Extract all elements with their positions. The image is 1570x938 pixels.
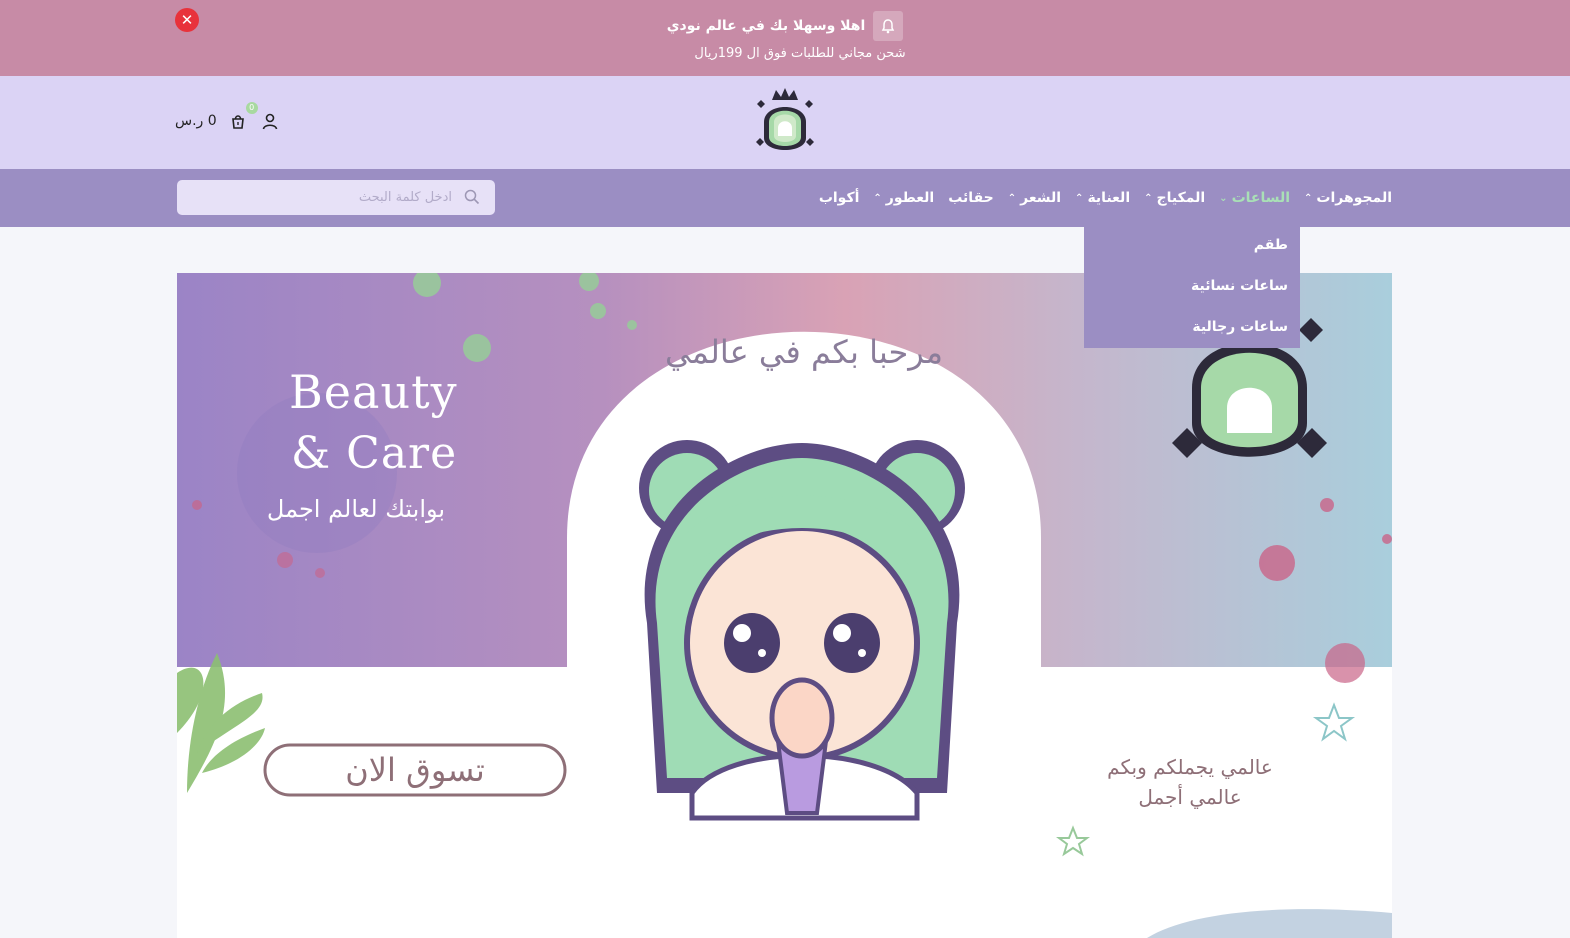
nav-item-watches[interactable]: الساعات ⌄ [1219, 190, 1290, 206]
announcement-title: اهلا وسهلا بك في عالم نودي [666, 18, 866, 34]
nav-item-label: الشعر [1020, 190, 1062, 206]
nav-item-label: المجوهرات [1316, 190, 1392, 206]
nav-item-label: الساعات [1231, 190, 1291, 206]
hero-tagline: بوابتك لعالم اجمل [266, 495, 446, 523]
nav-item-jewelry[interactable]: المجوهرات ⌃ [1304, 190, 1392, 206]
shop-now-button[interactable]: تسوق الان [265, 745, 565, 795]
site-header: 0 ر.س 0 [0, 76, 1570, 169]
chevron-up-icon: ⌃ [873, 192, 882, 204]
hero-slogan-1: عالمي يجملكم وبكم [1107, 755, 1273, 779]
nav-item-label: العناية [1087, 190, 1131, 206]
hero-arc-text: مرحبا بكم في عالمي [664, 333, 944, 371]
chevron-up-icon: ⌃ [1007, 192, 1017, 204]
search-icon[interactable] [464, 189, 480, 205]
cart-area: 0 ر.س 0 [175, 102, 281, 132]
dropdown-item-womens-watches[interactable]: ساعات نسائية [1191, 278, 1288, 294]
cart-icon [231, 115, 244, 129]
account-button[interactable] [259, 110, 281, 132]
nav-item-label: حقائب [948, 190, 994, 206]
nav-item-perfumes[interactable]: العطور ⌃ [873, 190, 934, 206]
nav-item-label: أكواب [818, 190, 860, 206]
watches-dropdown-menu: طقم ساعات نسائية ساعات رجالية [1084, 227, 1300, 348]
chevron-up-icon: ⌃ [1144, 192, 1153, 204]
hero-line-2: & Care [291, 428, 458, 479]
dropdown-item-mens-watches[interactable]: ساعات رجالية [1192, 319, 1288, 335]
announcement-subtitle: شحن مجاني للطلبات فوق ال 199ريال [694, 46, 906, 61]
dropdown-item-set[interactable]: طقم [1254, 237, 1288, 253]
announcement-title-row: اهلا وسهلا بك في عالم نودي [600, 11, 970, 41]
search-input[interactable] [177, 180, 462, 215]
chevron-up-icon: ⌃ [1075, 192, 1084, 204]
nav-item-label: العطور [885, 190, 935, 206]
close-announcement-button[interactable]: ✕ [175, 8, 199, 32]
search-box [177, 180, 495, 215]
user-icon [262, 113, 277, 130]
chevron-up-icon: ⌃ [1304, 192, 1313, 204]
cart-count-badge: 0 [245, 102, 258, 114]
nav-item-label: المكياج [1156, 190, 1206, 206]
nav-item-mugs[interactable]: أكواب [819, 190, 860, 206]
chevron-down-icon: ⌄ [1219, 192, 1228, 204]
main-nav: المجوهرات ⌃ الساعات ⌄ المكياج ⌃ العناية … [0, 169, 1570, 227]
nav-item-bags[interactable]: حقائب [948, 190, 994, 206]
nav-item-makeup[interactable]: المكياج ⌃ [1144, 190, 1205, 206]
nav-item-care[interactable]: العناية ⌃ [1075, 190, 1130, 206]
hero-banner[interactable]: Beauty & Care بوابتك لعالم اجمل مرحبا بك… [177, 273, 1392, 938]
cart-button[interactable]: 0 [227, 102, 258, 132]
bell-icon [873, 11, 904, 41]
cart-total[interactable]: 0 ر.س [175, 113, 217, 129]
nav-menu: المجوهرات ⌃ الساعات ⌄ المكياج ⌃ العناية … [819, 169, 1392, 227]
hero-line-1: Beauty [289, 365, 458, 419]
hero-slogan-2: عالمي أجمل [1138, 785, 1242, 809]
site-logo[interactable] [750, 86, 820, 158]
nav-item-hair[interactable]: الشعر ⌃ [1008, 190, 1061, 206]
announcement-bar: ✕ اهلا وسهلا بك في عالم نودي شحن مجاني ل… [0, 0, 1570, 76]
